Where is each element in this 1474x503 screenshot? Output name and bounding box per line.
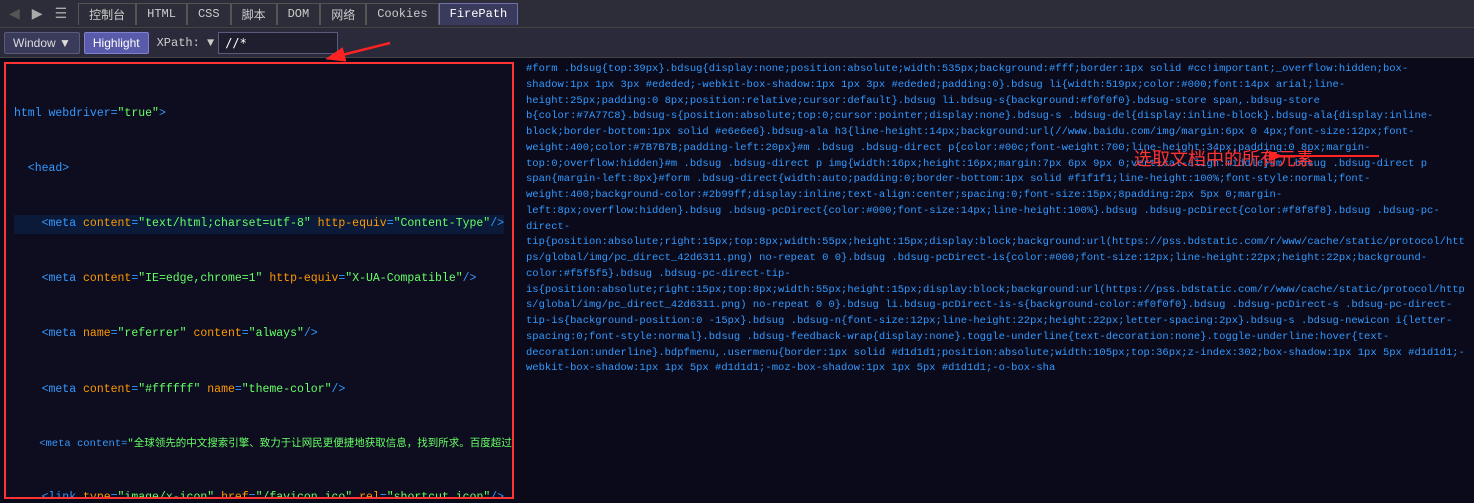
tab-dom[interactable]: DOM — [277, 3, 321, 25]
second-toolbar: Window ▼ Highlight XPath: ▼ — [0, 28, 1474, 58]
html-line: <meta content="#ffffff" name="theme-colo… — [14, 381, 504, 399]
html-panel: html webdriver="true"> <head> <meta cont… — [4, 62, 514, 499]
tab-network[interactable]: 网络 — [320, 3, 366, 25]
back-button[interactable]: ◀ — [4, 3, 25, 24]
html-line: <link type="image/x-icon" href="/favicon… — [14, 489, 504, 499]
tab-html[interactable]: HTML — [136, 3, 187, 25]
tab-firepath[interactable]: FirePath — [439, 3, 519, 25]
tab-cookies[interactable]: Cookies — [366, 3, 438, 25]
html-line: <head> — [14, 160, 504, 178]
menu-button[interactable]: ☰ — [50, 3, 73, 24]
window-button[interactable]: Window ▼ — [4, 32, 80, 54]
css-panel: #form .bdsug{top:39px}.bdsug{display:non… — [518, 58, 1474, 503]
xpath-input[interactable] — [218, 32, 338, 54]
html-line: <meta content="text/html;charset=utf-8" … — [14, 215, 504, 233]
html-line: <meta name="referrer" content="always"/> — [14, 325, 504, 343]
highlight-button[interactable]: Highlight — [84, 32, 149, 54]
html-content: html webdriver="true"> <head> <meta cont… — [6, 64, 512, 499]
xpath-label: XPath: ▼ — [157, 36, 215, 50]
top-toolbar: ◀ ▶ ☰ 控制台 HTML CSS 脚本 DOM 网络 Cookies Fir… — [0, 0, 1474, 28]
main-content: html webdriver="true"> <head> <meta cont… — [0, 58, 1474, 503]
tab-bar: 控制台 HTML CSS 脚本 DOM 网络 Cookies FirePath — [78, 3, 518, 25]
forward-button[interactable]: ▶ — [27, 3, 48, 24]
html-line: html webdriver="true"> — [14, 105, 504, 123]
css-content: #form .bdsug{top:39px}.bdsug{display:non… — [526, 62, 1466, 377]
html-line: <meta content="全球领先的中文搜索引擎、致力于让网民更便捷地获取信… — [14, 436, 504, 453]
cn-arrow-annotation — [1269, 136, 1389, 176]
tab-script[interactable]: 脚本 — [231, 3, 277, 25]
tab-css[interactable]: CSS — [187, 3, 231, 25]
tab-console[interactable]: 控制台 — [78, 3, 136, 25]
html-line: <meta content="IE=edge,chrome=1" http-eq… — [14, 270, 504, 288]
